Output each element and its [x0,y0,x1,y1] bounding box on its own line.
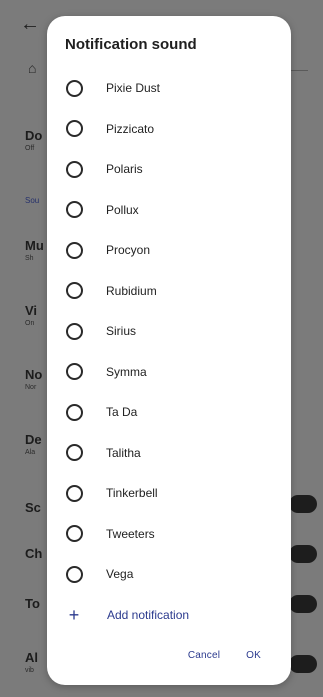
bg-setting-item: Ch [25,546,42,561]
sound-option[interactable]: Sirius [47,311,291,352]
bg-setting-sub: Off [25,145,35,152]
sound-option[interactable]: Polaris [47,149,291,190]
radio-button-icon[interactable] [66,444,83,462]
radio-button-icon[interactable] [66,282,83,300]
add-notification-button[interactable]: + Add notification [47,603,291,627]
bg-setting-item: Vi On [25,303,37,327]
sound-option-label: Tweeters [106,526,155,541]
bg-setting-item: Sc [25,500,41,515]
ok-button[interactable]: OK [246,650,261,661]
sound-option-label: Talitha [106,445,141,460]
radio-button-icon[interactable] [66,403,83,421]
sound-option[interactable]: Rubidium [47,271,291,312]
bg-setting-sub: On [25,320,35,327]
toggle-switch[interactable] [289,595,317,613]
notification-sound-dialog: Notification sound Pixie Dust Pizzicato … [47,16,291,685]
bg-setting-title: Ch [25,546,43,561]
plus-icon: + [68,605,80,625]
radio-button-icon[interactable] [66,241,83,259]
radio-button-icon[interactable] [66,201,83,219]
sound-option[interactable]: Pollux [47,190,291,231]
bg-setting-title: Sc [25,500,41,515]
sound-option[interactable]: Pizzicato [47,109,291,150]
bg-setting-sub: Nor [25,384,37,391]
sound-option[interactable]: Pixie Dust [47,68,291,109]
radio-button-icon[interactable] [66,363,83,381]
radio-button-icon[interactable] [66,322,83,340]
radio-button-icon[interactable] [66,525,83,543]
bg-setting-sub: Sh [25,255,34,262]
radio-button-icon[interactable] [66,120,83,138]
radio-button-icon[interactable] [66,565,83,583]
sound-option-label: Vega [106,567,134,582]
radio-button-icon[interactable] [66,160,83,178]
bg-setting-item: Do Off [25,128,42,152]
cancel-button[interactable]: Cancel [188,650,220,661]
bg-setting-item: Al vib [25,650,38,674]
sound-option[interactable]: Procyon [47,230,291,271]
bg-setting-title: Al [25,650,38,665]
bg-setting-title: To [25,596,40,611]
sound-option-label: Symma [106,364,147,379]
dialog-title: Notification sound [65,36,197,53]
add-notification-label: Add notification [107,608,190,622]
bg-setting-title: Do [25,128,43,143]
sound-option[interactable]: Ta Da [47,392,291,433]
sound-option-label: Pollux [106,202,139,217]
bg-setting-item: To [25,596,40,611]
sound-option-label: Pixie Dust [106,81,161,96]
bg-setting-item: De Ala [25,432,42,456]
sound-option[interactable]: Tinkerbell [47,473,291,514]
dialog-actions: Cancel OK [188,650,261,661]
bg-setting-sub: Ala [25,449,36,456]
sound-option-label: Pizzicato [106,121,155,136]
sound-option-label: Rubidium [106,283,157,298]
bg-setting-sub: vib [25,667,34,674]
sound-options-list: Pixie Dust Pizzicato Polaris Pollux Proc… [47,68,291,595]
bg-setting-item: No Nor [25,367,42,391]
sound-option-label: Ta Da [106,405,138,420]
sound-option-label: Polaris [106,162,143,177]
bg-section-link: Sou [25,196,40,205]
toggle-switch[interactable] [289,655,317,673]
toggle-switch[interactable] [289,545,317,563]
bg-setting-title: Vi [25,303,38,318]
sound-option[interactable]: Symma [47,352,291,393]
radio-button-icon[interactable] [66,484,83,502]
bell-icon: ⌂ [28,60,37,76]
bg-setting-title: De [25,432,42,447]
bg-setting-item: Mu Sh [25,238,44,262]
sound-option-label: Sirius [106,324,137,339]
sound-option[interactable]: Talitha [47,433,291,474]
bg-setting-title: No [25,367,43,382]
sound-option[interactable]: Tweeters [47,514,291,555]
bg-setting-title: Mu [25,238,44,253]
sound-option-label: Tinkerbell [106,486,158,501]
sound-option[interactable]: Vega [47,554,291,595]
radio-button-icon[interactable] [66,79,83,97]
back-arrow-icon[interactable]: ← [20,14,40,34]
toggle-switch[interactable] [289,495,317,513]
sound-option-label: Procyon [106,243,151,258]
